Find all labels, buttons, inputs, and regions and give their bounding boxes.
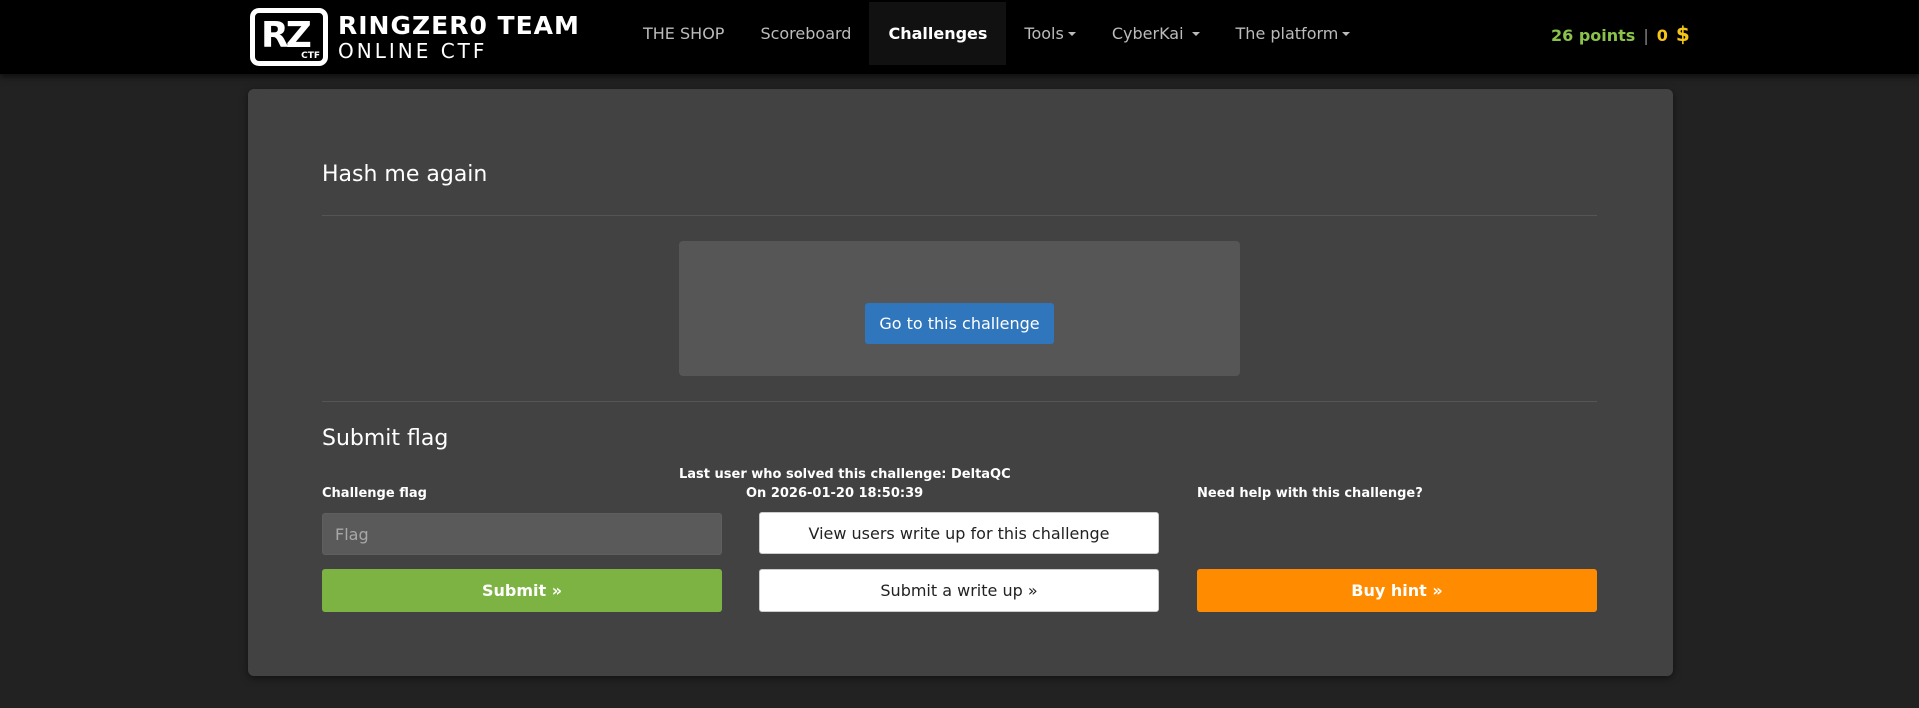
dollar-icon: $ bbox=[1675, 22, 1690, 46]
user-stats: 26 points | 0 $ bbox=[1551, 22, 1690, 46]
submit-flag-button[interactable]: Submit » bbox=[322, 569, 722, 612]
buy-hint-button[interactable]: Buy hint » bbox=[1197, 569, 1597, 612]
divider bbox=[322, 401, 1597, 402]
flag-label: Challenge flag bbox=[322, 486, 427, 501]
last-solver-line: Last user who solved this challenge: Del… bbox=[679, 467, 1011, 482]
nav-challenges[interactable]: Challenges bbox=[869, 2, 1007, 65]
rz-logo-icon: RZ CTF bbox=[250, 8, 328, 66]
last-solved-date: On 2026-01-20 18:50:39 bbox=[746, 486, 924, 501]
nav-challenges-label: Challenges bbox=[888, 24, 988, 43]
top-navbar: RZ CTF RINGZER0 TEAM ONLINE CTF THE SHOP… bbox=[0, 0, 1919, 74]
brand-logo-link[interactable]: RZ CTF RINGZER0 TEAM ONLINE CTF bbox=[250, 6, 605, 68]
nav-scoreboard[interactable]: Scoreboard bbox=[742, 2, 869, 65]
main-nav: THE SHOP Scoreboard Challenges Tools Cyb… bbox=[625, 2, 1368, 65]
nav-scoreboard-label: Scoreboard bbox=[760, 24, 852, 43]
submit-writeup-button[interactable]: Submit a write up » bbox=[759, 569, 1159, 612]
logo-sub: CTF bbox=[301, 51, 320, 61]
nav-platform-label: The platform bbox=[1235, 24, 1339, 43]
help-label: Need help with this challenge? bbox=[1197, 486, 1423, 501]
brand-text: RINGZER0 TEAM ONLINE CTF bbox=[338, 11, 580, 63]
challenge-panel: Hash me again Go to this challenge Submi… bbox=[248, 89, 1673, 676]
nav-platform[interactable]: The platform bbox=[1218, 2, 1369, 65]
divider bbox=[322, 215, 1597, 216]
challenge-title: Hash me again bbox=[322, 162, 488, 187]
brand-title: RINGZER0 TEAM bbox=[338, 11, 580, 40]
caret-down-icon bbox=[1067, 31, 1076, 36]
nav-cyberkai-label: CyberKai bbox=[1111, 24, 1184, 43]
nav-tools[interactable]: Tools bbox=[1006, 2, 1093, 65]
go-to-challenge-button[interactable]: Go to this challenge bbox=[865, 303, 1054, 344]
caret-down-icon bbox=[1191, 31, 1200, 36]
nav-shop-label: THE SHOP bbox=[643, 24, 725, 43]
caret-down-icon bbox=[1342, 31, 1351, 36]
nav-cyberkai[interactable]: CyberKai bbox=[1094, 2, 1218, 65]
flag-input[interactable] bbox=[322, 513, 722, 555]
view-writeups-button[interactable]: View users write up for this challenge bbox=[759, 512, 1159, 554]
submit-flag-heading: Submit flag bbox=[322, 426, 449, 451]
points-value[interactable]: 26 points bbox=[1551, 26, 1635, 45]
last-solver-info: Last user who solved this challenge: Del… bbox=[679, 465, 1079, 503]
challenge-box: Go to this challenge bbox=[679, 241, 1240, 376]
nav-tools-label: Tools bbox=[1024, 24, 1064, 43]
brand-subtitle: ONLINE CTF bbox=[338, 39, 488, 63]
nav-shop[interactable]: THE SHOP bbox=[625, 2, 742, 65]
coins-value[interactable]: 0 bbox=[1657, 26, 1668, 45]
stats-separator: | bbox=[1643, 26, 1649, 45]
